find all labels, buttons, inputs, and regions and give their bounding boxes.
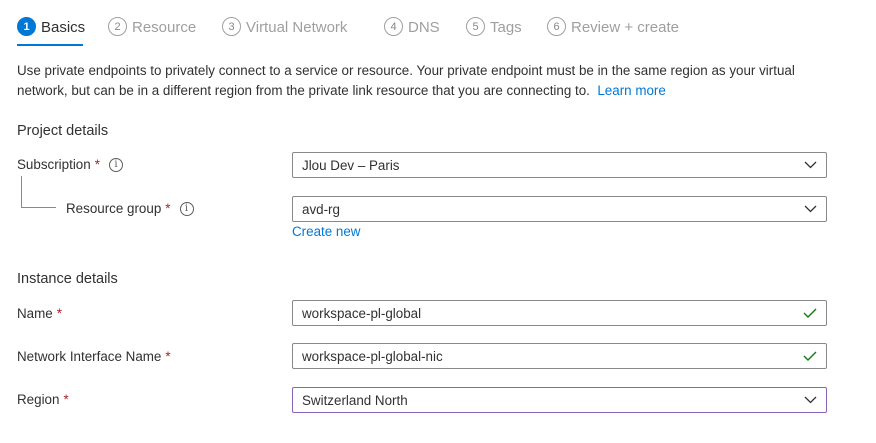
tab-label: Virtual Network — [246, 19, 348, 36]
resource-group-label-text: Resource group — [66, 201, 162, 216]
nic-name-label: Network Interface Name * — [17, 349, 171, 364]
tab-tags[interactable]: 5 Tags — [466, 17, 522, 47]
required-marker: * — [165, 349, 171, 364]
required-marker: * — [94, 157, 100, 172]
tab-basics[interactable]: 1 Basics — [17, 17, 85, 47]
checkmark-icon — [794, 308, 826, 318]
tab-label: Review + create — [571, 19, 679, 36]
description-text: Use private endpoints to privately conne… — [17, 63, 795, 98]
name-label: Name * — [17, 306, 62, 321]
step-number-6: 6 — [547, 17, 566, 36]
chevron-down-icon — [794, 161, 826, 169]
info-icon[interactable]: i — [108, 157, 123, 172]
nic-name-label-text: Network Interface Name — [17, 349, 162, 364]
region-value: Switzerland North — [302, 392, 408, 408]
create-private-endpoint-basics: 1 Basics 2 Resource 3 Virtual Network 4 … — [0, 0, 876, 443]
subscription-value: Jlou Dev – Paris — [302, 157, 400, 173]
resource-group-value: avd-rg — [302, 201, 340, 217]
active-tab-indicator — [17, 44, 83, 46]
required-marker: * — [165, 201, 171, 216]
required-marker: * — [63, 392, 69, 407]
subscription-label: Subscription * i — [17, 157, 123, 172]
tree-connector-horizontal — [21, 207, 56, 208]
description: Use private endpoints to privately conne… — [17, 61, 817, 101]
create-new-link[interactable]: Create new — [292, 224, 360, 239]
step-number-4: 4 — [384, 17, 403, 36]
tree-connector-vertical — [21, 176, 22, 207]
project-details-heading: Project details — [17, 123, 109, 139]
region-dropdown[interactable]: Switzerland North — [292, 387, 827, 413]
tab-resource[interactable]: 2 Resource — [108, 17, 196, 47]
learn-more-link[interactable]: Learn more — [597, 83, 665, 98]
tab-label: DNS — [408, 19, 440, 36]
tab-dns[interactable]: 4 DNS — [384, 17, 440, 47]
tab-review-create[interactable]: 6 Review + create — [547, 17, 679, 47]
chevron-down-icon — [794, 396, 826, 404]
name-value: workspace-pl-global — [302, 305, 422, 321]
region-label-text: Region — [17, 392, 60, 407]
subscription-dropdown[interactable]: Jlou Dev – Paris — [292, 152, 827, 178]
subscription-label-text: Subscription — [17, 157, 91, 172]
resource-group-dropdown[interactable]: avd-rg — [292, 196, 827, 222]
tab-label: Basics — [41, 19, 86, 36]
name-input[interactable]: workspace-pl-global — [292, 300, 827, 326]
required-marker: * — [56, 306, 62, 321]
nic-name-input[interactable]: workspace-pl-global-nic — [292, 343, 827, 369]
nic-name-value: workspace-pl-global-nic — [302, 348, 443, 364]
step-number-5: 5 — [466, 17, 485, 36]
tab-virtual-network[interactable]: 3 Virtual Network — [222, 17, 347, 47]
instance-details-heading: Instance details — [17, 271, 118, 287]
step-number-3: 3 — [222, 17, 241, 36]
info-icon[interactable]: i — [179, 201, 194, 216]
name-label-text: Name — [17, 306, 53, 321]
tab-label: Resource — [132, 19, 197, 36]
resource-group-label: Resource group * i — [66, 201, 194, 216]
chevron-down-icon — [794, 205, 826, 213]
tab-label: Tags — [490, 19, 522, 36]
checkmark-icon — [794, 351, 826, 361]
step-number-1: 1 — [17, 17, 36, 36]
step-number-2: 2 — [108, 17, 127, 36]
region-label: Region * — [17, 392, 69, 407]
